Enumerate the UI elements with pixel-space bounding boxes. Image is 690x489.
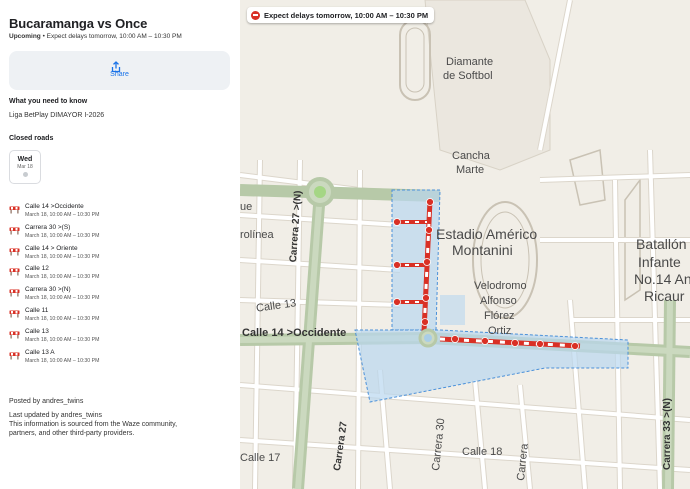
- road-closed-icon: [9, 248, 20, 256]
- event-status-detail: • Expect delays tomorrow, 10:00 AM – 10:…: [40, 33, 182, 40]
- closed-road-name: Calle 14 > Oriente: [25, 244, 78, 252]
- closed-road-item[interactable]: Calle 11 March 18, 10:00 AM – 10:30 PM: [9, 307, 229, 327]
- road-closed-icon: [9, 352, 20, 360]
- no-entry-icon: [251, 10, 260, 20]
- closed-road-item[interactable]: Carrera 30 >(N) March 18, 10:00 AM – 10:3…: [9, 286, 229, 306]
- map-label-softbol: de Softbol: [443, 70, 493, 82]
- share-label[interactable]: Share: [0, 71, 239, 78]
- closed-road-item[interactable]: Calle 13 A March 18, 10:00 AM – 10:30 PM: [9, 349, 229, 369]
- closed-roads-heading: Closed roads: [9, 135, 54, 142]
- date-dot: [22, 172, 28, 177]
- map-label-cancha: Cancha: [452, 150, 490, 162]
- closed-road-item[interactable]: Calle 12 March 18, 10:00 AM – 10:30 PM: [9, 265, 229, 285]
- closed-road-time: March 18, 10:00 AM – 10:30 PM: [25, 212, 100, 218]
- closed-road-item[interactable]: Carrera 30 >(S) March 18, 10:00 AM – 10:3…: [9, 224, 229, 244]
- closed-road-name: Calle 13 A: [25, 348, 55, 356]
- closed-road-time: March 18, 10:00 AM – 10:30 PM: [25, 253, 100, 260]
- closed-road-time: March 18, 10:00 AM – 10:30 PM: [25, 357, 100, 364]
- closed-road-name: Calle 14 >Occidente: [25, 203, 84, 210]
- road-closed-icon: [9, 310, 20, 318]
- event-title: Bucaramanga vs Once: [9, 16, 148, 31]
- map-label-estadio-2: Montanini: [452, 242, 513, 258]
- closed-road-time: March 18, 10:00 AM – 10:30 PM: [25, 295, 100, 302]
- map-label-velodromo-3: Flórez: [484, 310, 515, 322]
- road-closed-icon: [9, 227, 20, 235]
- map-label-colinea: rolínea: [240, 229, 274, 241]
- date-month-day: Mar 18: [17, 164, 33, 170]
- map-label-diamante: Diamante: [446, 56, 494, 68]
- map-label-marte: Marte: [456, 164, 485, 176]
- road-closed-icon: [9, 268, 20, 276]
- road-closed-icon: [9, 289, 20, 297]
- closed-road-time: March 18, 10:00 AM – 10:30 PM: [25, 232, 100, 239]
- closed-road-time: March 18, 10:00 AM – 10:30 PM: [25, 316, 100, 322]
- closed-road-time: March 18, 10:00 AM – 10:30 PM: [25, 336, 100, 343]
- closed-road-name: Calle 12: [25, 265, 49, 273]
- road-closed-icon: [9, 331, 20, 339]
- closed-road-name: Carrera 30 >(N): [25, 286, 71, 294]
- map-label-ue: ue: [240, 201, 253, 213]
- delay-banner[interactable]: Expect delays tomorrow, 10:00 AM – 10:30…: [247, 7, 435, 23]
- closed-road-name: Calle 11: [25, 307, 49, 314]
- date-day: Wed: [17, 156, 33, 163]
- source-line-2: partners, and other third-party provider…: [9, 430, 135, 437]
- posted-by: Posted by andres_twins: [9, 398, 84, 405]
- map-label-estadio-1: Estadio Américo: [436, 226, 538, 242]
- closed-road-name: Carrera 30 >(S): [25, 223, 71, 231]
- know-text: Liga BetPlay DIMAYOR I-2026: [9, 112, 105, 119]
- delay-banner-text: Expect delays tomorrow, 10:00 AM – 10:30…: [264, 10, 429, 20]
- map-label-calle-17: Calle 17: [240, 452, 281, 464]
- map-label-velodromo-2: Alfonso: [480, 295, 517, 307]
- know-heading: What you need to know: [9, 98, 88, 105]
- road-closed-icon: [9, 206, 20, 214]
- last-updated: Last updated by andres_twins: [9, 412, 103, 419]
- event-status: Upcoming: [9, 33, 41, 40]
- map-label-carrera-33: Carrera 33 >(N): [662, 398, 673, 470]
- details-panel: Bucaramanga vs Once Upcoming • Expect de…: [0, 0, 240, 489]
- closed-road-name: Calle 13: [25, 327, 49, 335]
- map-label-calle-18: Calle 18: [462, 446, 503, 458]
- closed-road-item[interactable]: Calle 14 > Oriente March 18, 10:00 AM – 1…: [9, 245, 229, 265]
- map-label-velodromo-1: Velodromo: [474, 280, 527, 292]
- event-subtitle: Upcoming • Expect delays tomorrow, 10:00…: [9, 33, 182, 40]
- map-view[interactable]: Diamante de Softbol Cancha Marte Estadio…: [240, 0, 690, 489]
- source-line-1: This information is sourced from the Waz…: [9, 421, 178, 428]
- map-label-velodromo-4: Ortiz: [488, 325, 512, 337]
- date-chip-wed[interactable]: Wed Mar 18: [9, 150, 41, 184]
- closed-road-time: March 18, 10:00 AM – 10:30 PM: [25, 274, 100, 281]
- closed-road-item[interactable]: Calle 13 March 18, 10:00 AM – 10:30 PM: [9, 328, 229, 348]
- closed-road-item[interactable]: Calle 14 >Occidente March 18, 10:00 AM – …: [9, 203, 229, 223]
